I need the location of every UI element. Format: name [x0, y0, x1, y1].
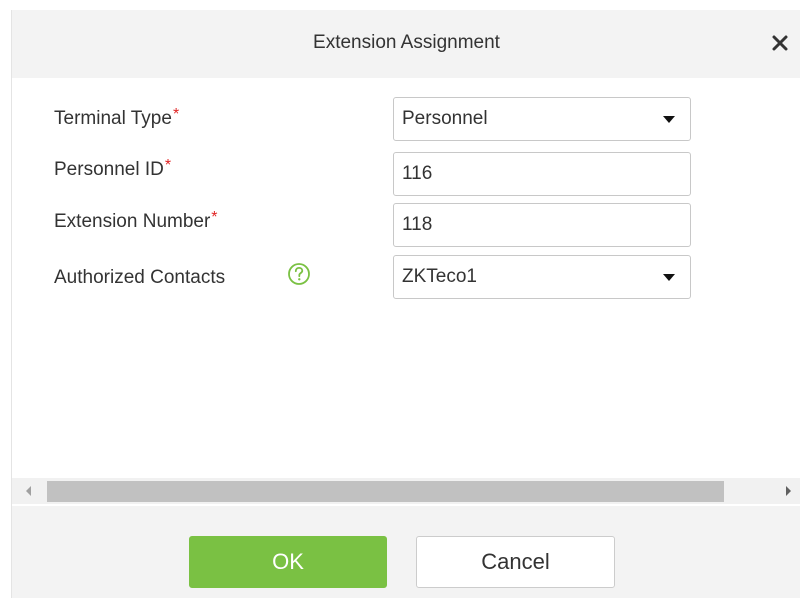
extension-number-input[interactable]	[393, 203, 691, 247]
terminal-type-value: Personnel	[402, 108, 488, 129]
dialog-title: Extension Assignment	[313, 32, 500, 53]
required-mark: *	[164, 157, 172, 174]
authorized-contacts-label: Authorized Contacts	[54, 267, 226, 288]
close-button[interactable]	[765, 28, 795, 58]
dialog-header: Extension Assignment	[12, 10, 800, 78]
terminal-type-label: Terminal Type*	[54, 106, 180, 130]
close-icon	[772, 35, 788, 51]
question-circle-icon[interactable]	[287, 262, 311, 286]
authorized-contacts-value: ZKTeco1	[402, 266, 477, 287]
personnel-id-input[interactable]	[393, 152, 691, 196]
extension-number-label-text: Extension Number	[54, 211, 211, 232]
chevron-down-icon	[663, 274, 675, 281]
terminal-type-select[interactable]: Personnel	[393, 97, 691, 141]
scrollbar-thumb[interactable]	[47, 481, 724, 502]
extension-number-label: Extension Number*	[54, 209, 218, 233]
scroll-right-arrow-icon[interactable]	[786, 486, 791, 496]
ok-button[interactable]: OK	[189, 536, 387, 588]
extension-assignment-dialog: Extension Assignment Terminal Type* Pers…	[11, 10, 800, 598]
required-mark: *	[211, 209, 218, 226]
terminal-type-label-text: Terminal Type	[54, 108, 172, 129]
required-mark: *	[172, 106, 180, 123]
personnel-id-label-text: Personnel ID	[54, 159, 164, 180]
cancel-button[interactable]: Cancel	[416, 536, 615, 588]
personnel-id-label: Personnel ID*	[54, 157, 172, 181]
chevron-down-icon	[663, 116, 675, 123]
horizontal-scrollbar[interactable]	[12, 478, 800, 504]
scroll-left-arrow-icon[interactable]	[26, 486, 31, 496]
dialog-footer: OK Cancel	[12, 506, 800, 598]
authorized-contacts-select[interactable]: ZKTeco1	[393, 255, 691, 299]
